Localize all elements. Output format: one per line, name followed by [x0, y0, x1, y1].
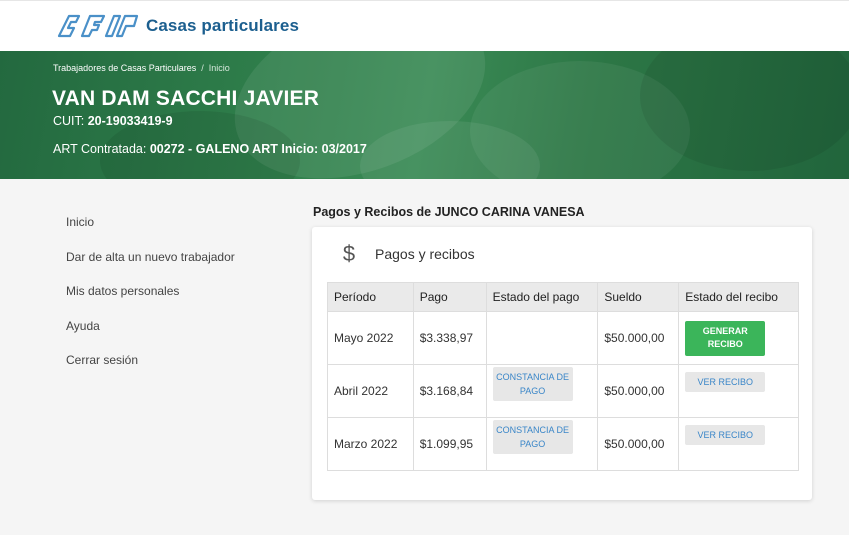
ver-recibo-button[interactable]: VER RECIBO: [685, 425, 766, 445]
generar-recibo-button[interactable]: GENERAR RECIBO: [685, 320, 766, 356]
table-row: Marzo 2022 $1.099,95 CONSTANCIA DE PAGO …: [327, 417, 799, 471]
breadcrumb: Trabajadores de Casas Particulares / Ini…: [53, 63, 230, 73]
cell-sueldo: $50.000,00: [597, 417, 680, 471]
cell-periodo: Abril 2022: [327, 364, 414, 418]
cuit-label: CUIT:: [53, 114, 85, 128]
payments-table: Período Pago Estado del pago Sueldo Esta…: [327, 282, 799, 471]
cell-periodo: Mayo 2022: [327, 311, 414, 365]
cell-estado-pago: CONSTANCIA DE PAGO: [485, 364, 599, 418]
breadcrumb-current: Inicio: [208, 63, 230, 73]
card-header: $ Pagos y recibos: [342, 241, 475, 267]
sidebar-menu: Inicio Dar de alta un nuevo trabajador M…: [66, 210, 286, 383]
cell-pago: $1.099,95: [412, 417, 487, 471]
table-row: Mayo 2022 $3.338,97 $50.000,00 GENERAR R…: [327, 311, 799, 365]
cell-estado-pago: [485, 311, 599, 365]
art-label: ART Contratada:: [53, 142, 147, 156]
art-value: 00272 - GALENO ART Inicio: 03/2017: [149, 142, 367, 156]
cell-estado-pago: CONSTANCIA DE PAGO: [485, 417, 599, 471]
cuit-value: 20-19033419-9: [87, 114, 173, 128]
ver-recibo-button[interactable]: VER RECIBO: [685, 372, 766, 392]
payments-card: $ Pagos y recibos Período Pago Estado de…: [312, 227, 812, 500]
card-title: Pagos y recibos: [375, 246, 475, 262]
column-header-estado-recibo: Estado del recibo: [678, 282, 799, 312]
constancia-de-pago-button[interactable]: CONSTANCIA DE PAGO: [492, 420, 573, 454]
afip-logo[interactable]: Casas particulares: [57, 14, 299, 38]
breadcrumb-parent-link[interactable]: Trabajadores de Casas Particulares: [53, 63, 196, 73]
cell-estado-recibo: GENERAR RECIBO: [678, 311, 799, 365]
column-header-sueldo: Sueldo: [597, 282, 680, 312]
page-title: Pagos y Recibos de JUNCO CARINA VANESA: [313, 205, 585, 219]
column-header-estado-pago: Estado del pago: [485, 282, 599, 312]
cell-sueldo: $50.000,00: [597, 364, 680, 418]
table-header-row: Período Pago Estado del pago Sueldo Esta…: [327, 282, 799, 312]
cell-sueldo: $50.000,00: [597, 311, 680, 365]
constancia-de-pago-button[interactable]: CONSTANCIA DE PAGO: [492, 367, 573, 401]
column-header-pago: Pago: [412, 282, 487, 312]
breadcrumb-separator: /: [201, 63, 204, 73]
sidebar-item-ayuda[interactable]: Ayuda: [66, 314, 286, 349]
top-header: Casas particulares: [0, 0, 849, 51]
sidebar-item-nuevo-trabajador[interactable]: Dar de alta un nuevo trabajador: [66, 245, 286, 280]
brand-name: Casas particulares: [146, 16, 299, 35]
sidebar-item-inicio[interactable]: Inicio: [66, 210, 286, 245]
cell-pago: $3.338,97: [412, 311, 487, 365]
afip-logo-icon: [57, 14, 139, 38]
cell-estado-recibo: VER RECIBO: [678, 364, 799, 418]
cell-pago: $3.168,84: [412, 364, 487, 418]
employer-name: VAN DAM SACCHI JAVIER: [52, 87, 320, 110]
table-row: Abril 2022 $3.168,84 CONSTANCIA DE PAGO …: [327, 364, 799, 418]
column-header-periodo: Período: [327, 282, 414, 312]
sidebar-item-cerrar-sesion[interactable]: Cerrar sesión: [66, 348, 286, 383]
sidebar-item-datos-personales[interactable]: Mis datos personales: [66, 279, 286, 314]
cell-periodo: Marzo 2022: [327, 417, 414, 471]
art-line: ART Contratada: 00272 - GALENO ART Inici…: [53, 142, 367, 156]
dollar-icon: $: [342, 241, 356, 266]
cuit-line: CUIT: 20-19033419-9: [53, 114, 173, 128]
worker-hero-banner: Trabajadores de Casas Particulares / Ini…: [0, 51, 849, 179]
cell-estado-recibo: VER RECIBO: [678, 417, 799, 471]
